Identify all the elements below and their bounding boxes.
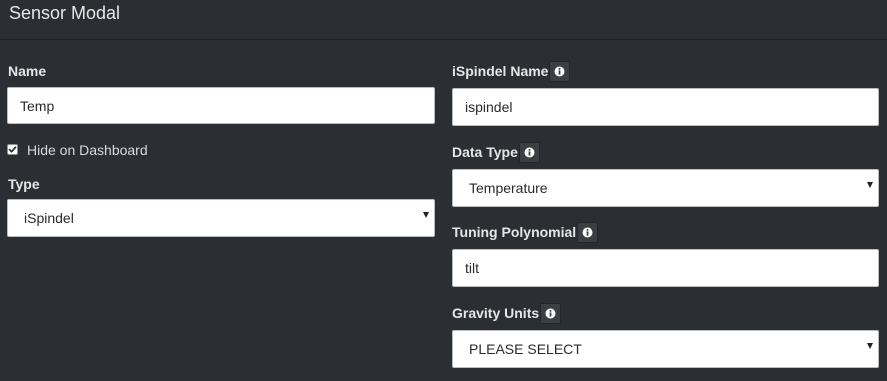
- tuning-polynomial-label: Tuning Polynomial: [452, 224, 577, 241]
- gravity-units-label: Gravity Units: [452, 305, 540, 322]
- sensor-modal: Sensor Modal Name Temp Hide on Dashboard…: [0, 0, 887, 381]
- ispindel-name-info-button[interactable]: [549, 61, 571, 82]
- caret-down-icon: [423, 212, 429, 218]
- ispindel-name-input[interactable]: ispindel: [452, 88, 879, 126]
- modal-title: Sensor Modal: [9, 3, 121, 23]
- ispindel-name-label-row: iSpindel Name: [452, 61, 571, 83]
- data-type-select-value: Temperature: [469, 180, 548, 196]
- info-icon: [582, 227, 593, 238]
- tuning-polynomial-input-value: tilt: [465, 260, 479, 276]
- hide-on-dashboard-label: Hide on Dashboard: [27, 142, 148, 158]
- modal-header: Sensor Modal: [0, 0, 887, 40]
- data-type-label: Data Type: [452, 144, 518, 161]
- info-icon: [545, 308, 556, 319]
- tuning-polynomial-info-button[interactable]: [577, 222, 599, 243]
- info-icon: [554, 66, 565, 77]
- check-icon: [8, 146, 17, 153]
- gravity-units-select-value: PLEASE SELECT: [469, 341, 582, 357]
- caret-down-icon: [867, 182, 873, 188]
- gravity-units-info-button[interactable]: [540, 303, 562, 324]
- data-type-info-button[interactable]: [518, 142, 540, 163]
- gravity-units-select[interactable]: PLEASE SELECT: [452, 330, 879, 368]
- name-input-value: Temp: [20, 98, 55, 114]
- data-type-label-row: Data Type: [452, 142, 540, 164]
- data-type-select[interactable]: Temperature: [452, 169, 879, 207]
- tuning-polynomial-input[interactable]: tilt: [452, 249, 879, 287]
- type-select-value: iSpindel: [24, 210, 74, 226]
- info-icon: [524, 147, 535, 158]
- ispindel-name-label: iSpindel Name: [452, 63, 549, 80]
- tuning-polynomial-label-row: Tuning Polynomial: [452, 222, 599, 244]
- name-label: Name: [8, 63, 47, 79]
- ispindel-name-input-value: ispindel: [465, 99, 513, 115]
- hide-on-dashboard-checkbox[interactable]: [7, 144, 18, 155]
- name-input[interactable]: Temp: [7, 87, 435, 124]
- type-select[interactable]: iSpindel: [7, 199, 435, 237]
- caret-down-icon: [867, 343, 873, 349]
- type-label: Type: [8, 176, 40, 192]
- gravity-units-label-row: Gravity Units: [452, 303, 562, 325]
